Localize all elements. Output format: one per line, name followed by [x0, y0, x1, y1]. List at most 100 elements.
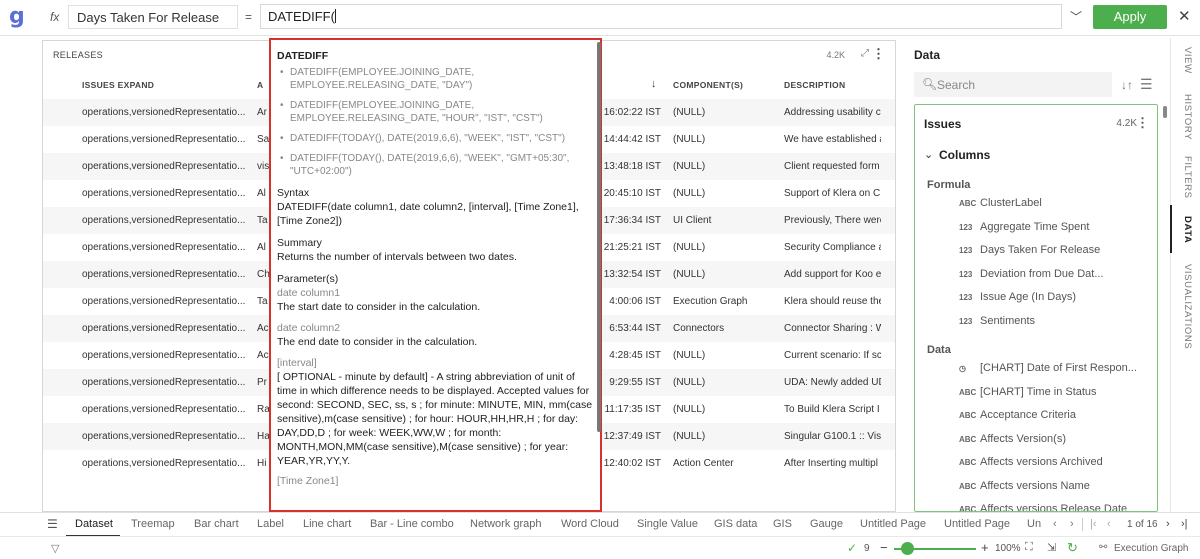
dataset-count: 4.2K — [1116, 118, 1137, 129]
page-tab[interactable]: Bar - Line combo — [370, 518, 454, 530]
table-cell: Client requested form — [784, 161, 880, 172]
tab-visualizations[interactable]: VISUALIZATIONS — [1182, 264, 1193, 349]
field-item[interactable]: ABC Affects versions Archived — [959, 455, 1139, 475]
table-cell: Ta — [257, 296, 268, 307]
app-logo[interactable]: g — [9, 4, 25, 29]
field-item[interactable]: 123 Deviation from Due Dat... — [959, 267, 1139, 287]
table-cell: Al — [257, 188, 266, 199]
table-cell: (NULL) — [673, 188, 706, 199]
prev-page-icon[interactable]: ‹ — [1107, 518, 1111, 530]
param-name: date column1 — [277, 287, 341, 299]
column-header-description[interactable]: DESCRIPTION — [784, 80, 845, 90]
formula-input[interactable]: DATEDIFF( — [260, 4, 1062, 29]
field-item[interactable]: ABC ClusterLabel — [959, 196, 1139, 216]
page-tab[interactable]: Line chart — [303, 518, 351, 530]
first-page-icon[interactable]: |‹ — [1090, 518, 1097, 530]
fit-to-screen-icon[interactable]: ⛶ — [1025, 541, 1033, 554]
close-icon[interactable]: ✕ — [1178, 7, 1191, 25]
page-tab[interactable]: Single Value — [637, 518, 698, 530]
filter-lines-icon[interactable]: ☰ — [1140, 76, 1153, 93]
expand-icon[interactable]: ⤢ — [861, 48, 869, 59]
page-tab[interactable]: Un — [1027, 518, 1041, 530]
zoom-in-icon[interactable]: + — [981, 540, 989, 555]
sort-desc-icon[interactable]: ↓ — [651, 78, 657, 90]
field-item[interactable]: 123 Days Taken For Release — [959, 243, 1139, 263]
filter-icon[interactable]: ▽ — [51, 542, 59, 555]
page-tab[interactable]: Network graph — [470, 518, 542, 530]
next-page-icon[interactable]: › — [1166, 518, 1170, 530]
apply-button[interactable]: Apply — [1093, 5, 1167, 29]
page-tab[interactable]: GIS — [773, 518, 792, 530]
table-cell: Current scenario: If sc — [784, 350, 881, 361]
columns-header[interactable]: Columns — [939, 148, 990, 162]
example-item[interactable]: DATEDIFF(EMPLOYEE.JOINING_DATE, EMPLOYEE… — [277, 66, 595, 92]
column-header-a[interactable]: A — [257, 80, 263, 90]
field-type-icon: 123 — [959, 269, 973, 279]
collapse-icon[interactable]: ⇲ — [1047, 541, 1056, 554]
dataset-issues[interactable]: Issues — [924, 117, 961, 131]
field-item[interactable]: ABC Affects versions Release Date — [959, 502, 1139, 511]
chevron-left-icon[interactable]: ‹ — [1053, 518, 1057, 530]
field-item[interactable]: ABC Affects versions Name — [959, 479, 1139, 499]
more-menu-icon[interactable]: ⋮ — [872, 46, 885, 62]
page-tab[interactable]: Gauge — [810, 518, 843, 530]
zoom-out-icon[interactable]: − — [880, 540, 888, 555]
field-label: Days Taken For Release — [980, 244, 1101, 256]
field-item[interactable]: ◷ [CHART] Date of First Respon... — [959, 361, 1139, 381]
field-item[interactable]: 123 Issue Age (In Days) — [959, 290, 1139, 310]
page-tab[interactable]: Bar chart — [194, 518, 239, 530]
table-cell: Ar — [257, 107, 267, 118]
chevron-down-icon[interactable]: ⌄ — [924, 148, 933, 161]
example-item[interactable]: DATEDIFF(TODAY(), DATE(2019,6,6), "WEEK"… — [277, 132, 595, 145]
field-label: Acceptance Criteria — [980, 409, 1076, 421]
table-cell: Connector Sharing : W — [784, 323, 881, 334]
tab-view[interactable]: VIEW — [1182, 47, 1193, 74]
last-page-icon[interactable]: ›| — [1181, 518, 1188, 530]
tree-scrollbar[interactable] — [1163, 106, 1167, 118]
page-tab[interactable]: Label — [257, 518, 284, 530]
check-circle-icon[interactable]: ✓ — [847, 541, 857, 555]
refresh-icon[interactable]: ↻ — [1067, 540, 1078, 556]
more-menu-icon[interactable]: ⋮ — [1136, 115, 1149, 131]
table-cell: 9:29:55 IST — [609, 377, 661, 388]
execution-graph-icon[interactable]: ⚯ — [1099, 542, 1107, 553]
tab-history[interactable]: HISTORY — [1182, 94, 1193, 140]
field-type-icon: ABC — [959, 411, 977, 420]
table-cell: 20:45:10 IST — [603, 188, 661, 199]
column-name-input[interactable]: Days Taken For Release — [68, 5, 238, 29]
page-tab[interactable]: Treemap — [131, 518, 175, 530]
table-cell: operations,versionedRepresentatio... — [82, 323, 246, 334]
execution-graph-link[interactable]: Execution Graph — [1114, 543, 1189, 554]
table-cell: UDA: Newly added UD — [784, 377, 881, 388]
tab-data[interactable]: DATA — [1182, 216, 1193, 243]
table-cell: 6:53:44 IST — [609, 323, 661, 334]
param-name: date column2 — [277, 322, 341, 334]
page-tab[interactable]: Untitled Page — [944, 518, 1010, 530]
example-item[interactable]: DATEDIFF(EMPLOYEE.JOINING_DATE, EMPLOYEE… — [277, 99, 595, 125]
field-label: Affects versions Name — [980, 479, 1090, 492]
menu-icon[interactable]: ☰ — [47, 517, 58, 531]
sort-icon[interactable]: ↓↑ — [1121, 78, 1133, 92]
chevron-down-icon[interactable]: ﹀ — [1070, 8, 1082, 25]
example-item[interactable]: DATEDIFF(TODAY(), DATE(2019,6,6), "WEEK"… — [277, 152, 595, 178]
chevron-right-icon[interactable]: › — [1070, 518, 1074, 530]
param-name: [interval] — [277, 357, 317, 369]
page-tab-bar: ☰ Dataset Treemap Bar chart Label Line chart… — [0, 512, 1200, 537]
field-item[interactable]: ABC [CHART] Time in Status — [959, 385, 1139, 405]
page-tab[interactable]: Dataset — [75, 518, 113, 530]
column-header-issues-expand[interactable]: ISSUES EXPAND — [82, 80, 154, 90]
tab-filters[interactable]: FILTERS — [1182, 156, 1193, 199]
field-item[interactable]: ABC Affects Version(s) — [959, 432, 1139, 452]
field-item[interactable]: 123 Sentiments — [959, 314, 1139, 334]
table-cell: (NULL) — [673, 242, 706, 253]
page-tab[interactable]: Word Cloud — [561, 518, 619, 530]
popup-scrollbar[interactable] — [597, 42, 601, 432]
table-cell: Hi — [257, 458, 267, 469]
zoom-slider-thumb[interactable] — [901, 542, 915, 555]
table-cell: (NULL) — [673, 350, 706, 361]
page-tab[interactable]: GIS data — [714, 518, 757, 530]
page-tab[interactable]: Untitled Page — [860, 518, 926, 530]
column-header-components[interactable]: COMPONENT(S) — [673, 80, 743, 90]
field-item[interactable]: 123 Aggregate Time Spent — [959, 220, 1139, 240]
field-item[interactable]: ABC Acceptance Criteria — [959, 408, 1139, 428]
